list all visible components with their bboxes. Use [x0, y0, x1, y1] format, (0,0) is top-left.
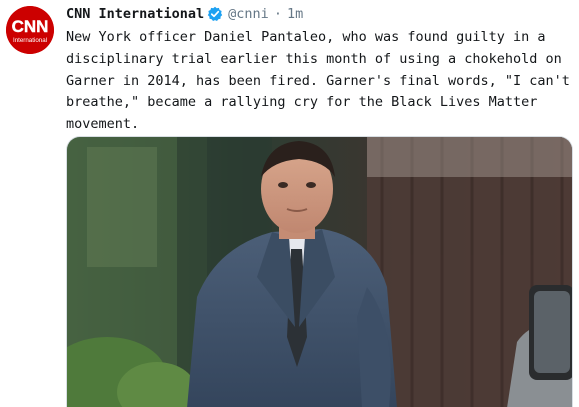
cnn-international-logo: CNN International	[6, 6, 54, 54]
tweet-text: New York officer Daniel Pantaleo, who wa…	[66, 29, 570, 133]
tweet-header: CNN International @cnni · 1m	[66, 3, 303, 25]
author-avatar[interactable]: CNN International	[6, 6, 54, 54]
avatar-logo-subtext: International	[13, 37, 47, 44]
avatar-logo-text: CNN	[12, 17, 49, 36]
tweet-photo[interactable]	[66, 136, 573, 407]
tweet-timestamp[interactable]: 1m	[287, 3, 303, 25]
header-separator: ·	[273, 6, 282, 22]
author-name[interactable]: CNN International	[66, 3, 204, 25]
verified-badge-icon	[207, 6, 223, 22]
author-handle[interactable]: @cnni	[228, 3, 269, 25]
